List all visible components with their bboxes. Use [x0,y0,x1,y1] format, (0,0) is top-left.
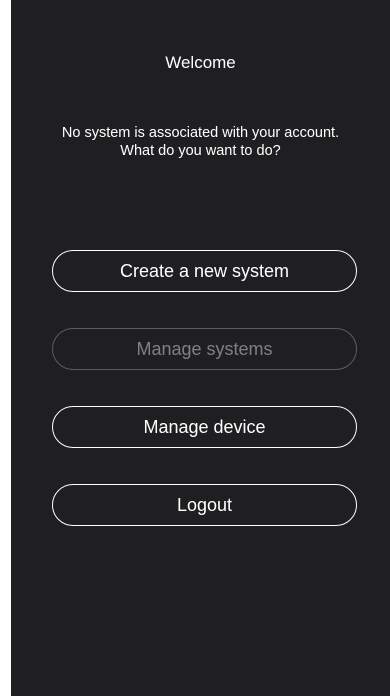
page-title: Welcome [165,53,236,72]
action-list: Create a new system Manage systems Manag… [52,250,357,562]
message-line-1: No system is associated with your accoun… [61,125,340,141]
message-line-2: What do you want to do? [120,143,281,159]
logout-button[interactable]: Logout [52,484,357,526]
welcome-screen: Welcome No system is associated with you… [11,0,390,696]
create-new-system-button[interactable]: Create a new system [52,250,357,292]
manage-device-button[interactable]: Manage device [52,406,357,448]
no-system-message: No system is associated with your accoun… [11,124,390,160]
manage-systems-button: Manage systems [52,328,357,370]
